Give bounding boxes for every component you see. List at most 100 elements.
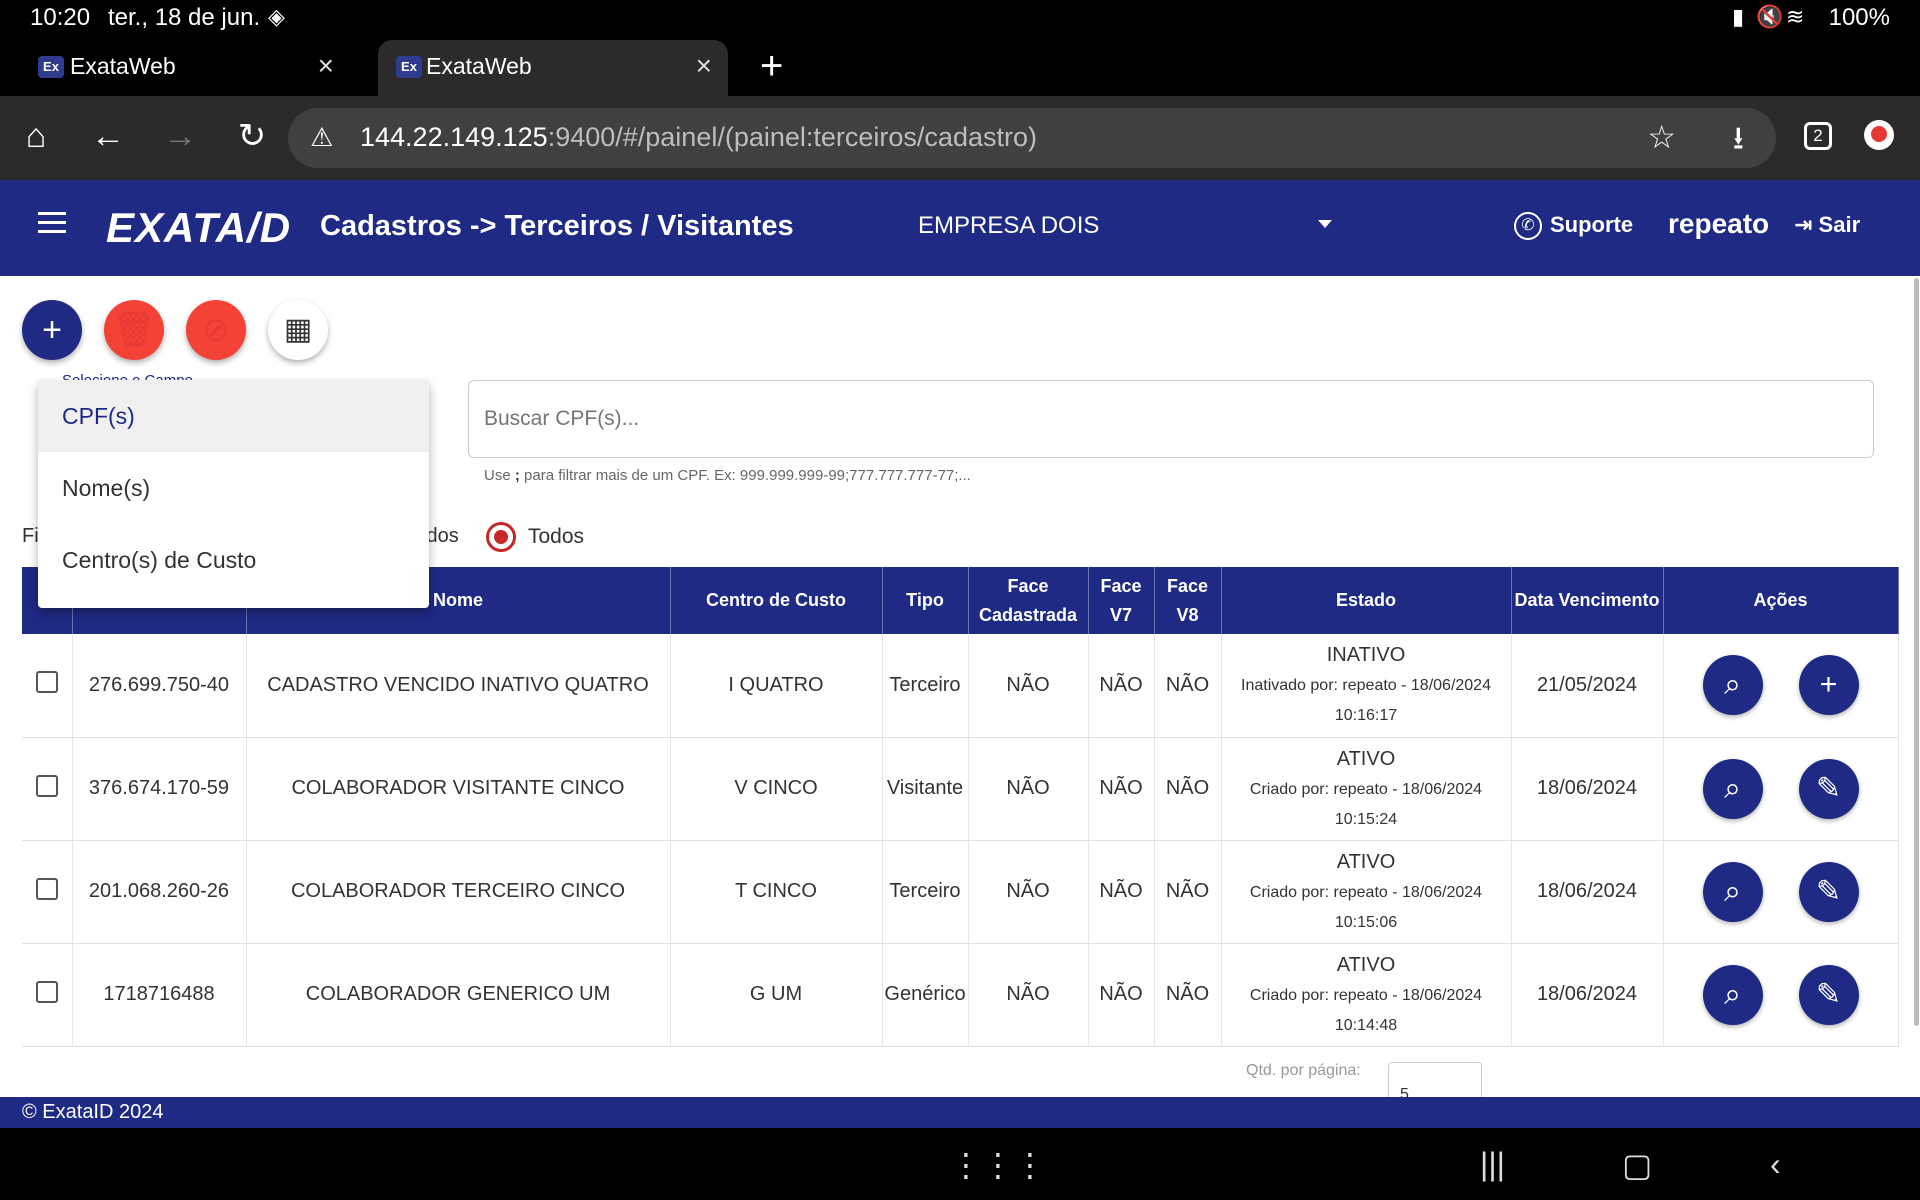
url-text[interactable]: 144.22.149.125:9400/#/painel/(painel:ter… — [360, 122, 1037, 153]
header-face-v7[interactable]: Face V7 — [1088, 567, 1155, 634]
header-data-vencimento[interactable]: Data Vencimento — [1511, 567, 1664, 634]
tipo-cell: Terceiro — [882, 840, 969, 944]
home-icon[interactable]: ⌂ — [14, 114, 58, 158]
close-tab-icon[interactable]: × — [318, 50, 334, 82]
browser-tab-active[interactable]: Ex ExataWeb × — [378, 40, 728, 96]
exata-favicon-icon: Ex — [38, 56, 64, 78]
header-centro-custo[interactable]: Centro de Custo — [670, 567, 883, 634]
row-checkbox[interactable] — [35, 980, 58, 1003]
radio-todos[interactable] — [486, 522, 516, 552]
new-tab-button[interactable]: + — [760, 44, 783, 88]
edit-button[interactable]: ✎ — [1798, 861, 1859, 922]
header-tipo[interactable]: Tipo — [882, 567, 969, 634]
view-button[interactable]: ⌕ — [1702, 861, 1763, 922]
search-input[interactable] — [469, 381, 1873, 457]
row-checkbox-cell — [22, 634, 73, 738]
scrollbar[interactable] — [1914, 278, 1919, 1026]
recent-apps-icon[interactable]: ||| — [1480, 1146, 1505, 1183]
download-icon[interactable]: ⭳ — [1733, 116, 1744, 170]
estado-detail: Inativado por: repeato - 18/06/2024 — [1241, 677, 1491, 695]
estado-time: 10:14:48 — [1334, 1016, 1398, 1034]
view-button[interactable]: ⌕ — [1702, 655, 1763, 716]
view-button[interactable]: ⌕ — [1702, 758, 1763, 819]
row-checkbox[interactable] — [35, 671, 58, 694]
system-nav-bar: ⋮⋮⋮ ||| ▢ ‹ — [0, 1128, 1920, 1200]
company-select[interactable]: EMPRESA DOIS — [918, 212, 1099, 240]
chevron-down-icon[interactable] — [1318, 220, 1332, 228]
hamburger-menu-icon[interactable] — [38, 212, 68, 236]
tab-count-button[interactable]: 2 — [1804, 122, 1832, 150]
page-title: Cadastros -> Terceiros / Visitantes — [320, 210, 794, 242]
estado-status: ATIVO — [1336, 747, 1396, 770]
forward-icon[interactable]: → — [158, 114, 202, 158]
face-cadastrada-cell: NÃO — [968, 634, 1089, 738]
header-face-v8[interactable]: Face V8 — [1154, 567, 1222, 634]
reactivate-button[interactable]: + — [1798, 655, 1859, 716]
tipo-cell: Genérico — [882, 943, 969, 1047]
support-button[interactable]: ✆ Suporte — [1514, 212, 1633, 241]
browser-tab[interactable]: Ex ExataWeb × — [0, 40, 350, 96]
add-button[interactable]: + — [22, 300, 82, 360]
field-select-dropdown: CPF(s) Nome(s) Centro(s) de Custo — [38, 380, 429, 608]
table-row: 1718716488 COLABORADOR GENERICO UM G UM … — [22, 943, 1899, 1047]
face-v7-cell: NÃO — [1088, 737, 1155, 841]
estado-cell: INATIVO Inativado por: repeato - 18/06/2… — [1221, 634, 1512, 738]
option-centro-custo[interactable]: Centro(s) de Custo — [38, 524, 429, 596]
page-size-label: Qtd. por página: — [1246, 1062, 1361, 1079]
back-nav-icon[interactable]: ‹ — [1770, 1146, 1781, 1183]
user-name: repeato — [1668, 208, 1770, 239]
header-face-cadastrada[interactable]: Face Cadastrada — [968, 567, 1089, 634]
face-v8-cell: NÃO — [1154, 634, 1222, 738]
bookmark-star-icon[interactable]: ☆ — [1647, 118, 1676, 156]
disable-button[interactable]: ⊘ — [186, 300, 246, 360]
row-checkbox[interactable] — [35, 877, 58, 900]
row-checkbox[interactable] — [35, 774, 58, 797]
delete-button[interactable]: 🗑 — [104, 300, 164, 360]
edit-button[interactable]: ✎ — [1798, 964, 1859, 1025]
radio-todos-label[interactable]: Todos — [528, 525, 584, 549]
face-cadastrada-cell: NÃO — [968, 737, 1089, 841]
header-acoes: Ações — [1663, 567, 1899, 634]
face-v7-cell: NÃO — [1088, 943, 1155, 1047]
records-table: Nome Centro de Custo Tipo Face Cadastrad… — [22, 567, 1899, 1047]
cpf-cell: 201.068.260-26 — [72, 840, 247, 944]
mute-icon: 🔇 — [1756, 4, 1784, 29]
option-cpf[interactable]: CPF(s) — [38, 380, 429, 452]
tab-title: ExataWeb — [426, 53, 532, 79]
cpf-cell: 1718716488 — [72, 943, 247, 1047]
view-button[interactable]: ⌕ — [1702, 964, 1763, 1025]
option-nome[interactable]: Nome(s) — [38, 452, 429, 524]
apps-grid-icon[interactable]: ⋮⋮⋮ — [950, 1146, 1046, 1184]
sim-icon: ▮ — [1732, 4, 1745, 29]
profile-icon[interactable] — [1864, 120, 1894, 150]
back-icon[interactable]: ← — [86, 114, 130, 158]
logout-button[interactable]: ⇥ Sair — [1794, 212, 1860, 238]
tab-title: ExataWeb — [70, 53, 176, 79]
status-time: 10:20 — [30, 4, 91, 31]
exataid-logo: EXATA/D — [106, 204, 292, 251]
estado-cell: ATIVO Criado por: repeato - 18/06/2024 1… — [1221, 943, 1512, 1047]
search-input-container[interactable] — [468, 380, 1874, 458]
estado-status: INATIVO — [1326, 644, 1406, 667]
status-date: ter., 18 de jun. — [108, 4, 261, 31]
filter-label: Fi — [22, 525, 39, 547]
reload-icon[interactable]: ↻ — [230, 114, 274, 158]
warning-icon[interactable]: ⚠ — [310, 122, 333, 153]
estado-time: 10:15:06 — [1334, 913, 1398, 931]
estado-detail: Criado por: repeato - 18/06/2024 — [1249, 883, 1483, 901]
centro-cell: I QUATRO — [670, 634, 883, 738]
close-tab-icon[interactable]: × — [696, 50, 712, 82]
estado-detail: Criado por: repeato - 18/06/2024 — [1249, 780, 1483, 798]
header-estado[interactable]: Estado — [1221, 567, 1512, 634]
browser-tab-strip: Ex ExataWeb × Ex ExataWeb × + — [0, 36, 1920, 96]
estado-cell: ATIVO Criado por: repeato - 18/06/2024 1… — [1221, 737, 1512, 841]
estado-status: ATIVO — [1336, 953, 1396, 976]
home-nav-icon[interactable]: ▢ — [1622, 1146, 1652, 1184]
qr-code-button[interactable]: ▦ — [268, 300, 328, 360]
table-row: 376.674.170-59 COLABORADOR VISITANTE CIN… — [22, 737, 1899, 841]
edit-button[interactable]: ✎ — [1798, 758, 1859, 819]
face-cadastrada-cell: NÃO — [968, 840, 1089, 944]
address-bar[interactable]: ⚠ 144.22.149.125:9400/#/painel/(painel:t… — [288, 108, 1776, 168]
vencimento-cell: 18/06/2024 — [1511, 737, 1664, 841]
estado-time: 10:15:24 — [1334, 810, 1398, 828]
